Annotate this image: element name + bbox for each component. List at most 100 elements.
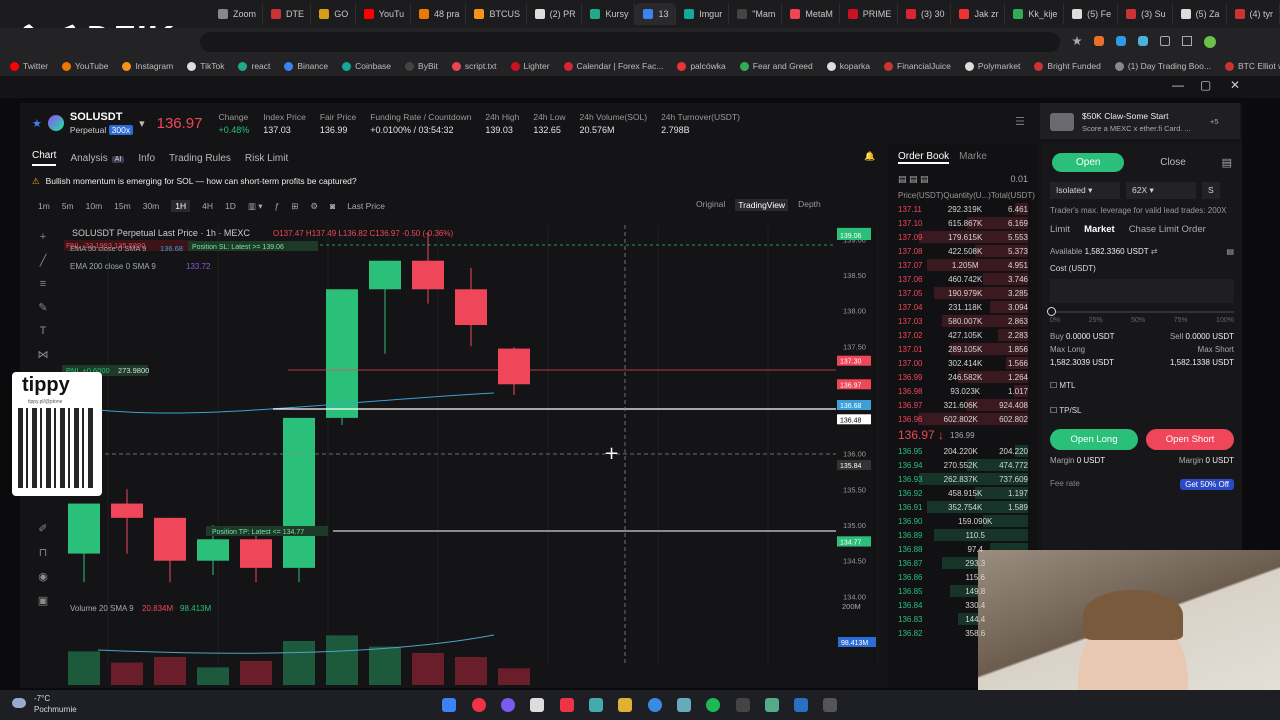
- browser-tab[interactable]: Imgur: [676, 3, 730, 25]
- orderbook-row[interactable]: 136.99 246.582K 1.264: [898, 370, 1028, 384]
- browser-tab[interactable]: Kk_kije: [1005, 3, 1065, 25]
- bookmark-item[interactable]: Calendar | Forex Fac...: [563, 61, 663, 71]
- bookmark-item[interactable]: Bright Funded: [1034, 61, 1101, 71]
- bookmark-item[interactable]: ByBit: [405, 61, 438, 71]
- app-icon[interactable]: [794, 698, 808, 712]
- browser-tab[interactable]: (4) tyr: [1227, 3, 1280, 25]
- app-icon[interactable]: [560, 698, 574, 712]
- template-icon[interactable]: ⊞: [291, 201, 298, 212]
- orderbook-row[interactable]: 136.91 352.754K 1.589: [898, 500, 1028, 514]
- position-mode-button[interactable]: S: [1202, 182, 1220, 199]
- sl-tag[interactable]: Position SL: Latest >= 139.06: [192, 244, 284, 251]
- percent-label[interactable]: 50%: [1131, 317, 1145, 324]
- maximize-icon[interactable]: ▢: [1200, 78, 1211, 92]
- orderbook-row[interactable]: 137.09 179.615K 5.553: [898, 230, 1028, 244]
- browser-tab[interactable]: Jak zr: [951, 3, 1006, 25]
- orderbook-row[interactable]: 137.00 302.414K 1.566: [898, 356, 1028, 370]
- orderbook-row[interactable]: 136.98 93.023K 1.017: [898, 384, 1028, 398]
- tick-size[interactable]: 0.01: [1010, 174, 1028, 185]
- settings-icon[interactable]: ⚙: [310, 201, 318, 212]
- tab-trading-rules[interactable]: Trading Rules: [169, 153, 231, 164]
- view-mode-original[interactable]: Original: [696, 199, 725, 211]
- browser-tab[interactable]: MetaM: [782, 3, 840, 25]
- order-type-limit[interactable]: Limit: [1050, 224, 1070, 235]
- bookmark-item[interactable]: (1) Day Trading Boo...: [1114, 61, 1211, 71]
- price-source-select[interactable]: Last Price: [347, 201, 385, 211]
- bookmark-item[interactable]: BTC Elliot wave: [1224, 61, 1280, 71]
- close-tab[interactable]: Close: [1140, 153, 1206, 172]
- indicator-icon[interactable]: ƒ: [275, 201, 280, 211]
- bookmark-item[interactable]: Binance: [284, 61, 328, 71]
- spotify-icon[interactable]: [706, 698, 720, 712]
- extensions-icon[interactable]: [1160, 36, 1170, 46]
- order-type-market[interactable]: Market: [1084, 224, 1115, 235]
- orderbook-row[interactable]: 137.03 580.007K 2.863: [898, 314, 1028, 328]
- orderbook-row[interactable]: 137.01 289.105K 1.856: [898, 342, 1028, 356]
- browser-tab[interactable]: YouTu: [356, 3, 412, 25]
- browser-tab[interactable]: Zoom: [210, 3, 264, 25]
- browser-tab[interactable]: 48 pra: [411, 3, 467, 25]
- orderbook-row[interactable]: 136.89 110.5: [898, 528, 1028, 542]
- brush-icon[interactable]: ✎: [38, 301, 47, 314]
- calculator-icon[interactable]: ▤: [1222, 156, 1232, 169]
- browser-tab[interactable]: PRIME: [840, 3, 898, 25]
- orderbook-row[interactable]: 137.04 231.118K 3.094: [898, 300, 1028, 314]
- browser-tab[interactable]: (2) PR: [527, 3, 583, 25]
- bookmark-item[interactable]: FinancialJuice: [884, 61, 951, 71]
- orderbook-row[interactable]: 137.05 190.979K 3.285: [898, 286, 1028, 300]
- bookmark-item[interactable]: palcówka: [677, 61, 726, 71]
- orderbook-row[interactable]: 136.90 159.090K: [898, 514, 1028, 528]
- open-long-button[interactable]: Open Long: [1050, 429, 1138, 450]
- chrome-icon[interactable]: [472, 698, 486, 712]
- app-icon[interactable]: [765, 698, 779, 712]
- view-mode-depth[interactable]: Depth: [798, 199, 821, 211]
- line-tool-icon[interactable]: ╱: [40, 254, 47, 267]
- percent-label[interactable]: 0%: [1050, 317, 1060, 324]
- tab-chart[interactable]: Chart: [32, 150, 57, 166]
- percent-slider[interactable]: [1047, 307, 1234, 316]
- orderbook-row[interactable]: 137.10 615.867K 6.169: [898, 216, 1028, 230]
- bookmark-item[interactable]: TikTok: [187, 61, 224, 71]
- windows-start-icon[interactable]: [442, 698, 456, 712]
- promo-card[interactable]: $50K Claw-Some Start Score a MEXC x ethe…: [1040, 103, 1240, 139]
- browser-tab[interactable]: (3) 30: [898, 3, 952, 25]
- browser-tab[interactable]: BTCUS: [466, 3, 527, 25]
- open-tab[interactable]: Open: [1052, 153, 1125, 172]
- settings-icon[interactable]: ☰: [1015, 115, 1025, 128]
- extension-icon[interactable]: [1116, 36, 1126, 46]
- extension-icon[interactable]: [1094, 36, 1104, 46]
- mtl-checkbox[interactable]: ☐ MTL: [1042, 367, 1242, 390]
- browser-tab[interactable]: Kursy: [582, 3, 636, 25]
- orderbook-row[interactable]: 137.07 1.205M 4.951: [898, 258, 1028, 272]
- interval-1H[interactable]: 1H: [171, 200, 191, 212]
- order-type-chase-limit-order[interactable]: Chase Limit Order: [1129, 224, 1206, 235]
- fee-discount-badge[interactable]: Get 50% Off: [1180, 479, 1234, 490]
- address-input[interactable]: [200, 32, 1060, 52]
- interval-5m[interactable]: 5m: [62, 201, 74, 211]
- interval-4H[interactable]: 4H: [202, 201, 213, 211]
- percent-label[interactable]: 25%: [1089, 317, 1103, 324]
- leverage-select[interactable]: 62X ▾: [1126, 182, 1196, 199]
- discord-icon[interactable]: [501, 698, 515, 712]
- star-icon[interactable]: [1072, 36, 1082, 46]
- bookmark-item[interactable]: Lighter: [510, 61, 550, 71]
- percent-label[interactable]: 100%: [1216, 317, 1234, 324]
- orderbook-row[interactable]: 137.02 427.105K 2.283: [898, 328, 1028, 342]
- orderbook-row[interactable]: 137.11 292.319K 6.461: [898, 202, 1028, 216]
- trash-icon[interactable]: ▣: [38, 594, 48, 607]
- fee-rate-link[interactable]: Fee rate: [1050, 479, 1080, 490]
- orderbook-row[interactable]: 136.93 262.837K 737.609: [898, 472, 1028, 486]
- bookmark-item[interactable]: react: [238, 61, 270, 71]
- app-icon[interactable]: [648, 698, 662, 712]
- candle-type-icon[interactable]: ▥ ▾: [248, 201, 263, 212]
- bookmark-item[interactable]: Coinbase: [342, 61, 391, 71]
- slider-handle[interactable]: [1047, 307, 1056, 316]
- bookmark-item[interactable]: Fear and Greed: [739, 61, 813, 71]
- pen-icon[interactable]: ✐: [38, 522, 47, 535]
- orderbook-row[interactable]: 137.06 460.742K 3.746: [898, 272, 1028, 286]
- percent-label[interactable]: 75%: [1174, 317, 1188, 324]
- layout-icon[interactable]: ▤ ▤ ▤: [898, 174, 929, 185]
- transfer-icon[interactable]: ▤: [1226, 247, 1234, 256]
- interval-1D[interactable]: 1D: [225, 201, 236, 211]
- tp-tag[interactable]: Position TP: Latest <= 134.77: [212, 529, 304, 536]
